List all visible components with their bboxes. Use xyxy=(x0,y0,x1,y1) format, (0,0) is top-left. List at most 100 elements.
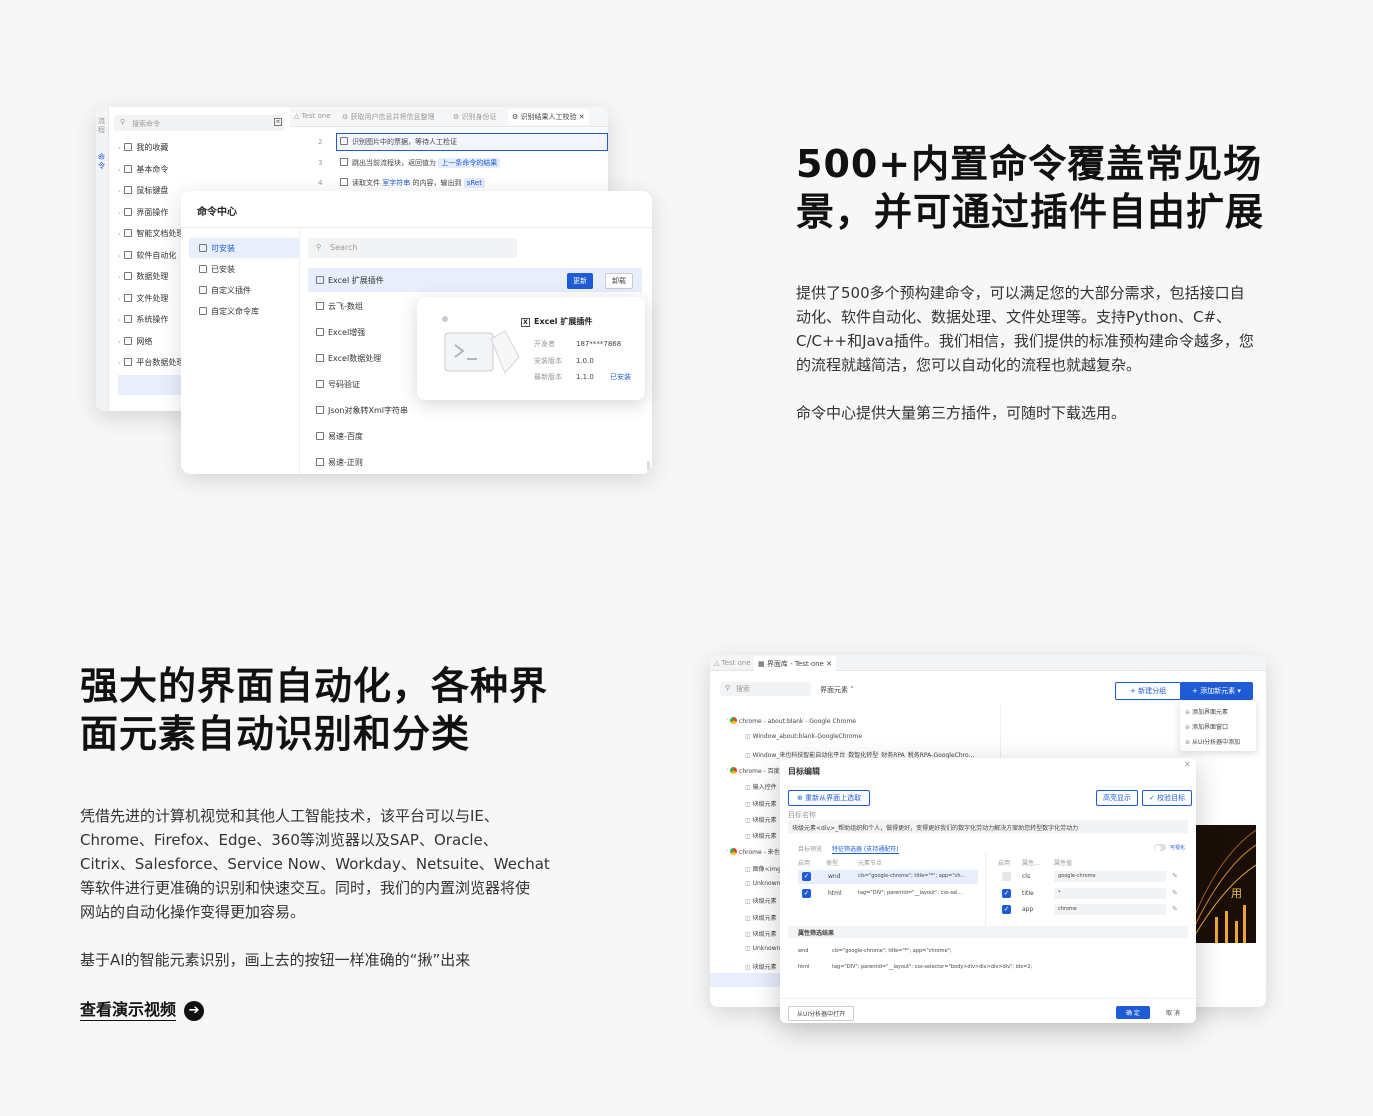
checkbox[interactable]: ✓ xyxy=(1002,905,1011,914)
checkbox[interactable]: ✓ xyxy=(1002,888,1011,898)
attr-value-input[interactable]: * xyxy=(1054,887,1166,899)
tab-target-preview[interactable]: 目标预览 xyxy=(798,844,822,853)
plugin-icon xyxy=(316,302,324,310)
tab-id-card[interactable]: ⚙ 识别身份证 xyxy=(453,112,497,122)
plugin-item[interactable]: 云飞-数组 xyxy=(316,301,363,312)
side-tab-process[interactable]: 流程 xyxy=(98,117,107,135)
tree-item[interactable]: ˅ chrome - about:blank - Google Chrome xyxy=(726,717,856,725)
open-from-analyzer-button[interactable]: 从UI分析器中打开 xyxy=(788,1006,855,1021)
add-element-button[interactable]: + 添加新元素 ▾ xyxy=(1180,682,1253,700)
tree-item[interactable]: › 平台数据处理 xyxy=(118,357,184,368)
nav-item[interactable]: 自定义命令库 xyxy=(199,306,259,317)
tree-item[interactable]: ◫ 输入控件 xyxy=(745,782,777,791)
visual-toggle[interactable] xyxy=(1154,844,1166,851)
checkbox[interactable] xyxy=(1002,872,1011,881)
element-filter-select[interactable]: 界面元素 ˅ xyxy=(820,685,854,695)
tree-item[interactable]: ◫ 块级元素 xyxy=(745,815,777,824)
tree-item[interactable]: › 鼠标键盘 xyxy=(118,185,168,196)
attribute-row[interactable]: ✓ title * ✎ xyxy=(998,887,1188,901)
plugin-item[interactable]: 易速-百度 xyxy=(316,431,363,442)
tree-item[interactable]: ˅ chrome - 来也 xyxy=(726,847,780,856)
target-name-input[interactable]: 块级元素<div>_帮助组织和个人，做得更好，变得更好我们的数字化劳动力解决方案… xyxy=(788,820,1188,833)
chrome-icon xyxy=(730,717,738,724)
edit-icon[interactable]: ✎ xyxy=(1172,905,1178,913)
tab-test-one[interactable]: △ Test one xyxy=(294,112,331,120)
checkbox[interactable]: ✓ xyxy=(802,872,811,881)
plugin-item[interactable]: 易速-正则 xyxy=(316,457,363,468)
attr-value-input[interactable]: google-chrome xyxy=(1054,871,1166,882)
tree-item[interactable]: › 基本命令 xyxy=(118,164,168,175)
repick-button[interactable]: ⊕ 重新从界面上选取 xyxy=(788,790,871,806)
highlight-button[interactable]: 高亮显示 xyxy=(1096,790,1138,806)
attribute-row[interactable]: cls google-chrome ✎ xyxy=(998,870,1188,884)
nav-item[interactable]: 可安装 xyxy=(199,243,235,254)
element-icon: ◫ xyxy=(745,751,753,759)
nav-item-label: 自定义插件 xyxy=(211,286,251,295)
checkbox[interactable]: ✓ xyxy=(802,889,811,898)
menu-item[interactable]: ⊕ 添加界面元素 xyxy=(1180,704,1256,719)
nav-icon xyxy=(199,307,207,315)
close-icon[interactable]: ✕ xyxy=(579,113,585,121)
plugin-item[interactable]: 号码验证 xyxy=(316,379,360,390)
plugin-item[interactable]: Json对象转Xml字符串 xyxy=(316,405,408,416)
verify-button[interactable]: ✓ 校验目标 xyxy=(1142,790,1193,806)
tree-item[interactable]: › 网络 xyxy=(118,336,152,347)
tab-test-one[interactable]: △ Test one xyxy=(714,659,751,667)
flow-line-2[interactable]: 跳出当前流程块，返回值为 上一条命令的结果 xyxy=(340,158,501,168)
tree-item[interactable]: ◫ Unknown xyxy=(745,880,780,887)
tree-item[interactable]: › 文件处理 xyxy=(118,293,168,304)
menu-item[interactable]: ⊕ 从UI分析器中添加 xyxy=(1180,734,1256,749)
tree-item[interactable]: › 界面操作 xyxy=(118,207,168,218)
tree-item[interactable]: ◫ Unknown xyxy=(745,945,780,952)
plugin-search-input[interactable]: ⚲ Search xyxy=(308,238,517,258)
tree-item[interactable]: › 智能文档处理 xyxy=(118,228,184,239)
collapse-icon[interactable]: ≡ xyxy=(274,118,282,126)
element-icon: ◫ xyxy=(745,914,753,922)
plugin-item[interactable]: Excel数据处理 xyxy=(316,353,381,364)
scrollbar[interactable] xyxy=(647,461,650,471)
nav-item[interactable]: 已安装 xyxy=(199,264,235,275)
edit-icon[interactable]: ✎ xyxy=(1172,889,1178,897)
menu-item[interactable]: ⊕ 添加界面窗口 xyxy=(1180,719,1256,734)
demo-video-link[interactable]: 查看演示视频 ➔ xyxy=(80,996,205,1021)
confirm-button[interactable]: 确 定 xyxy=(1116,1006,1150,1019)
tab-get-user-info[interactable]: ⚙ 获取用户信息并将信息整理 xyxy=(342,112,435,122)
side-tab-commands[interactable]: 命令 xyxy=(98,153,107,171)
tree-item[interactable]: ◫ 块级元素 xyxy=(745,913,777,922)
nav-item[interactable]: 自定义插件 xyxy=(199,285,251,296)
edit-icon[interactable]: ✎ xyxy=(1172,872,1178,880)
info-value: 1.0.0 xyxy=(576,356,594,365)
tree-item[interactable]: › 软件自动化 xyxy=(118,250,176,261)
update-button[interactable]: 更新 xyxy=(567,273,593,289)
attribute-row[interactable]: ✓ app chrome ✎ xyxy=(998,903,1188,917)
command-search-input[interactable]: ⚲ 搜索命令 ≡ xyxy=(114,115,284,131)
feature-row[interactable]: ✓ wnd cls="google-chrome"; title="*"; app=… xyxy=(798,870,978,884)
attr-value-input[interactable]: chrome xyxy=(1054,904,1166,915)
tree-item[interactable]: › 系统操作 xyxy=(118,314,168,325)
tree-item[interactable]: › 数据处理 xyxy=(118,271,168,282)
tree-item[interactable]: ◫ Window_about:blank-GoogleChrome xyxy=(745,733,862,740)
arrow-right-icon[interactable]: ➔ xyxy=(184,1001,205,1021)
tree-item[interactable]: ◫ 块级元素 xyxy=(745,962,777,971)
plugin-item[interactable]: Excel 扩展插件 xyxy=(316,275,384,286)
demo-video-label[interactable]: 查看演示视频 xyxy=(80,1000,176,1019)
cancel-button[interactable]: 取 消 xyxy=(1156,1006,1190,1019)
flow-line-1[interactable]: 识别图片中的票据，等待人工检证 xyxy=(340,137,457,147)
tree-item[interactable]: ◫ 块级元素 xyxy=(745,929,777,938)
tab-feature-filter[interactable]: 特征筛选器 (支持通配符) xyxy=(832,844,899,854)
tree-item[interactable]: › 我的收藏 xyxy=(118,142,168,153)
tree-item[interactable]: ◫ 块级元素 xyxy=(745,799,777,808)
uninstall-button[interactable]: 卸载 xyxy=(605,273,633,289)
tab-manual-check[interactable]: ⚙ 识别结果人工校验 ✕ xyxy=(508,109,589,125)
tree-item[interactable]: ˅ chrome - 百度 xyxy=(726,766,780,775)
info-key: 安装版本 xyxy=(534,356,562,365)
new-group-button[interactable]: + 新建分组 xyxy=(1115,682,1182,700)
close-icon[interactable]: ✕ xyxy=(1184,760,1191,769)
flow-line-3[interactable]: 读取文件 室字符串 的内容，输出到 sRet xyxy=(340,178,485,188)
tree-item[interactable]: ◫ 块级元素 xyxy=(745,831,777,840)
tab-ui-library[interactable]: ▦ 界面库 - Test one ✕ xyxy=(754,656,836,672)
plugin-item[interactable]: Excel增强 xyxy=(316,327,365,338)
feature-row[interactable]: ✓ html tag="DIV"; parentid="__layout"; css… xyxy=(798,887,978,901)
tree-item[interactable]: ◫ 块级元素 xyxy=(745,896,777,905)
element-search-input[interactable]: ⚲ 搜索 xyxy=(720,682,811,696)
